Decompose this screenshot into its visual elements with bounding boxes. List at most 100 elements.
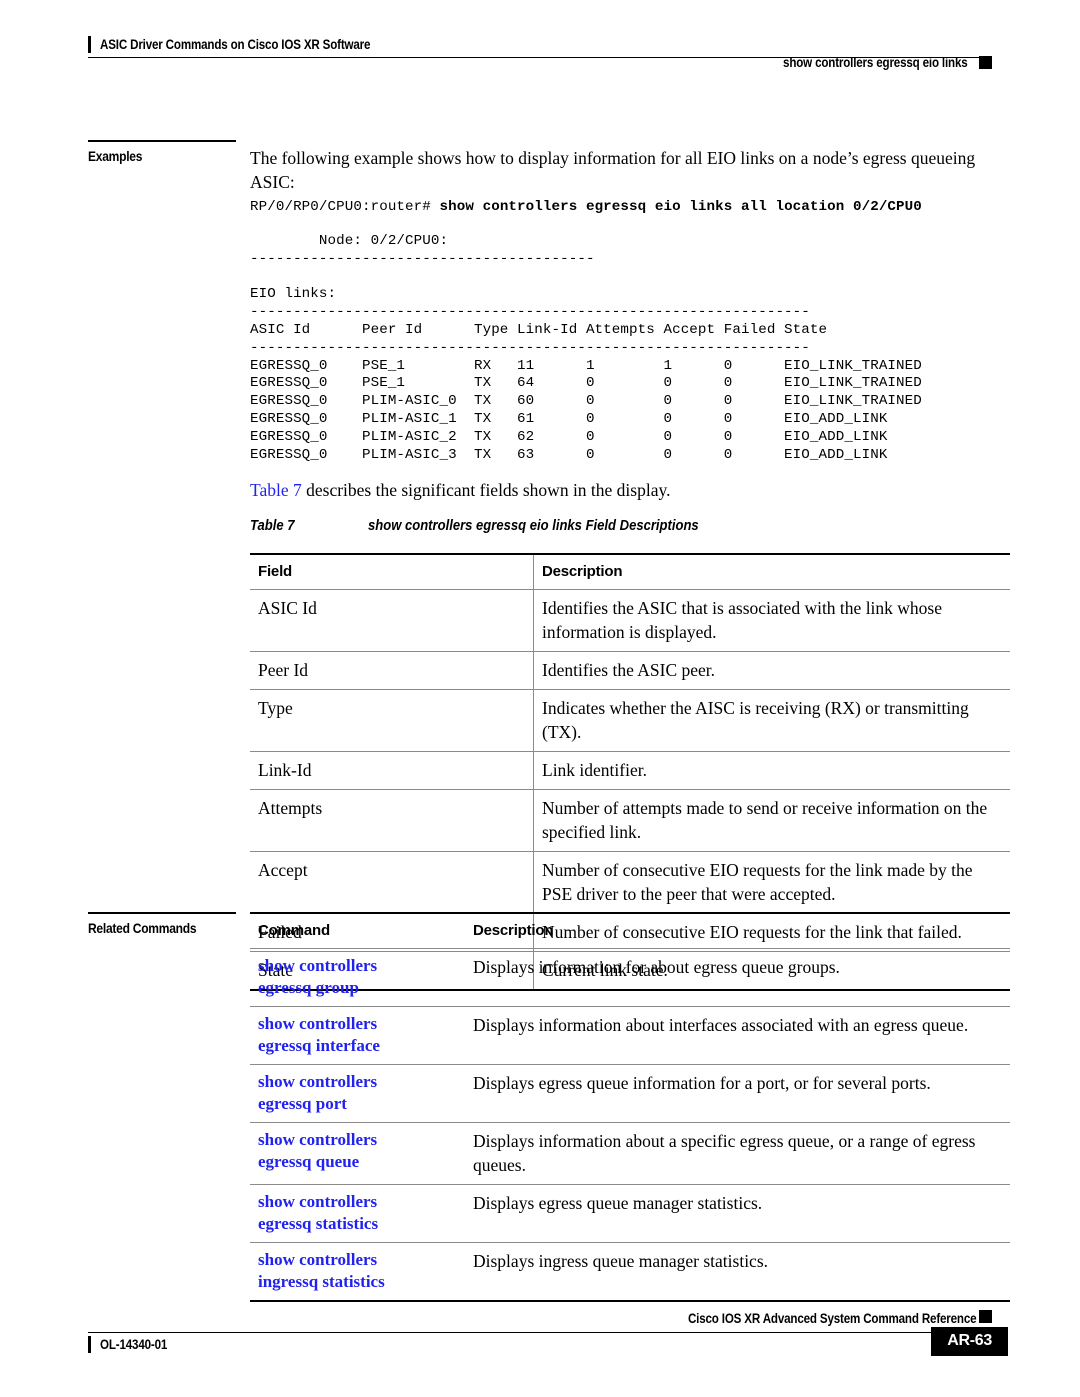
footer-tick-mark	[88, 1336, 91, 1353]
related-command-link-line1[interactable]: show controllers	[258, 1191, 455, 1213]
running-header-left: ASIC Driver Commands on Cisco IOS XR Sof…	[88, 36, 414, 53]
field-name: Link-Id	[250, 751, 534, 790]
terminal-output-line-9: EGRESSQ_0 PLIM-ASIC_0 TX 60 0 0 0 EIO_LI…	[250, 393, 922, 410]
related-command-link-line2[interactable]: egressq group	[258, 977, 455, 999]
page-number-badge: AR-63	[931, 1327, 1008, 1356]
terminal-output-line-8: EGRESSQ_0 PSE_1 TX 64 0 0 0 EIO_LINK_TRA…	[250, 375, 922, 392]
field-description: Identifies the ASIC peer.	[542, 660, 716, 680]
field-table-caption-row: Table 7 show controllers egressq eio lin…	[250, 518, 1010, 534]
field-table-caption-number: Table 7	[250, 518, 295, 534]
related-command-link-line2[interactable]: egressq interface	[258, 1035, 455, 1057]
related-command-description: Displays ingress queue manager statistic…	[473, 1251, 769, 1271]
field-table-header-field: Field	[250, 554, 534, 590]
field-table-header-row: Field Description	[250, 554, 1010, 590]
related-command-description: Displays egress queue manager statistics…	[473, 1193, 763, 1213]
table-row: show controllers egressq port Displays e…	[250, 1065, 1010, 1123]
field-table-caption-title: show controllers egressq eio links Field…	[368, 518, 699, 534]
field-description: Identifies the ASIC that is associated w…	[542, 598, 943, 642]
related-command-cell[interactable]: show controllers ingressq statistics	[250, 1243, 465, 1302]
table-row: Type Indicates whether the AISC is recei…	[250, 689, 1010, 752]
footer-square-marker	[979, 1310, 992, 1323]
field-table-header-description: Description	[542, 563, 623, 580]
table-crossref-rest: describes the significant fields shown i…	[301, 480, 671, 500]
terminal-output-line-10: EGRESSQ_0 PLIM-ASIC_1 TX 61 0 0 0 EIO_AD…	[250, 410, 888, 427]
related-commands-section-label: Related Commands	[88, 912, 236, 936]
table-row: show controllers ingressq statistics Dis…	[250, 1243, 1010, 1302]
table-row: Link-Id Link identifier.	[250, 751, 1010, 790]
terminal-output-line-7: EGRESSQ_0 PSE_1 RX 11 1 1 0 EIO_LINK_TRA…	[250, 357, 922, 374]
related-command-cell[interactable]: show controllers egressq statistics	[250, 1185, 465, 1243]
footer-document-number: OL-14340-01	[100, 1337, 168, 1352]
field-name: Attempts	[250, 789, 534, 852]
field-name: Accept	[250, 851, 534, 914]
table-row: Accept Number of consecutive EIO request…	[250, 851, 1010, 914]
related-command-link-line2[interactable]: egressq statistics	[258, 1213, 455, 1235]
related-command-description: Displays information about a specific eg…	[473, 1131, 976, 1175]
table-row: show controllers egressq interface Displ…	[250, 1007, 1010, 1065]
related-table-head: Command Description	[250, 913, 1010, 949]
related-command-link-line1[interactable]: show controllers	[258, 1013, 455, 1035]
related-command-link-line1[interactable]: show controllers	[258, 955, 455, 977]
terminal-output-line-4: ----------------------------------------…	[250, 304, 810, 321]
header-square-marker	[979, 56, 992, 69]
table-crossref-sentence: Table 7 describes the significant fields…	[250, 478, 1010, 502]
document-page: ASIC Driver Commands on Cisco IOS XR Sof…	[0, 0, 1080, 1397]
terminal-output-line-5: ASIC Id Peer Id Type Link-Id Attempts Ac…	[250, 321, 828, 338]
related-command-description: Displays egress queue information for a …	[473, 1073, 931, 1093]
table-row: show controllers egressq group Displays …	[250, 949, 1010, 1007]
terminal-output-line-11: EGRESSQ_0 PLIM-ASIC_2 TX 62 0 0 0 EIO_AD…	[250, 428, 888, 445]
field-description: Number of consecutive EIO requests for t…	[542, 860, 973, 904]
table-row: show controllers egressq statistics Disp…	[250, 1185, 1010, 1243]
terminal-output-line-3: EIO links:	[250, 286, 337, 303]
related-command-link-line1[interactable]: show controllers	[258, 1129, 455, 1151]
field-description: Indicates whether the AISC is receiving …	[542, 698, 969, 742]
table-row: Attempts Number of attempts made to send…	[250, 789, 1010, 852]
example-command-line: RP/0/RP0/CPU0:router# show controllers e…	[250, 199, 1010, 215]
related-table-body: show controllers egressq group Displays …	[250, 949, 1010, 1302]
example-terminal-output: Node: 0/2/CPU0: ------------------------…	[250, 233, 1010, 464]
field-description: Number of attempts made to send or recei…	[542, 798, 988, 842]
cli-prompt: RP/0/RP0/CPU0:router#	[250, 199, 440, 215]
field-table-head: Field Description	[250, 554, 1010, 590]
terminal-output-line-0: Node: 0/2/CPU0:	[250, 233, 449, 249]
related-command-cell[interactable]: show controllers egressq queue	[250, 1123, 465, 1185]
examples-section-label: Examples	[88, 140, 236, 164]
cli-prompt-and-command: RP/0/RP0/CPU0:router# show controllers e…	[250, 199, 1010, 215]
table-row: show controllers egressq queue Displays …	[250, 1123, 1010, 1185]
related-command-cell[interactable]: show controllers egressq port	[250, 1065, 465, 1123]
footer-left: OL-14340-01	[88, 1336, 178, 1353]
field-name: ASIC Id	[250, 589, 534, 652]
related-commands-table-wrap: Command Description show controllers egr…	[250, 912, 1010, 1302]
field-name: Peer Id	[250, 651, 534, 690]
related-command-cell[interactable]: show controllers egressq interface	[250, 1007, 465, 1065]
running-header-right: show controllers egressq eio links	[753, 55, 992, 70]
related-command-link-line2[interactable]: egressq queue	[258, 1151, 455, 1173]
field-description: Link identifier.	[542, 760, 647, 780]
related-table-header-command: Command	[258, 922, 330, 939]
cli-command: show controllers egressq eio links all l…	[439, 199, 922, 215]
related-commands-label-text: Related Commands	[88, 920, 197, 936]
related-commands-label-rule	[88, 912, 236, 914]
examples-label-text: Examples	[88, 148, 143, 164]
related-table-header-description: Description	[473, 922, 554, 939]
examples-body: The following example shows how to displ…	[250, 146, 1010, 194]
related-command-link-line2[interactable]: ingressq statistics	[258, 1271, 455, 1293]
related-command-link-line1[interactable]: show controllers	[258, 1071, 455, 1093]
running-header-chapter-title: ASIC Driver Commands on Cisco IOS XR Sof…	[100, 37, 371, 52]
related-command-description: Displays information for about egress qu…	[473, 957, 840, 977]
footer-rule	[88, 1332, 992, 1333]
related-command-link-line2[interactable]: egressq port	[258, 1093, 455, 1115]
terminal-output-line-2	[250, 269, 1010, 287]
related-command-link-line1[interactable]: show controllers	[258, 1249, 455, 1271]
examples-intro-paragraph: The following example shows how to displ…	[250, 148, 976, 192]
terminal-output-line-6: ----------------------------------------…	[250, 339, 810, 356]
related-command-cell[interactable]: show controllers egressq group	[250, 949, 465, 1007]
table-row: Peer Id Identifies the ASIC peer.	[250, 651, 1010, 690]
table-7-link[interactable]: Table 7	[250, 480, 302, 500]
terminal-output-line-12: EGRESSQ_0 PLIM-ASIC_3 TX 63 0 0 0 EIO_AD…	[250, 446, 888, 463]
examples-label-rule	[88, 140, 236, 142]
related-command-description: Displays information about interfaces as…	[473, 1015, 969, 1035]
table-row: ASIC Id Identifies the ASIC that is asso…	[250, 589, 1010, 652]
footer-document-title: Cisco IOS XR Advanced System Command Ref…	[687, 1311, 977, 1326]
header-tick-mark	[88, 36, 91, 53]
